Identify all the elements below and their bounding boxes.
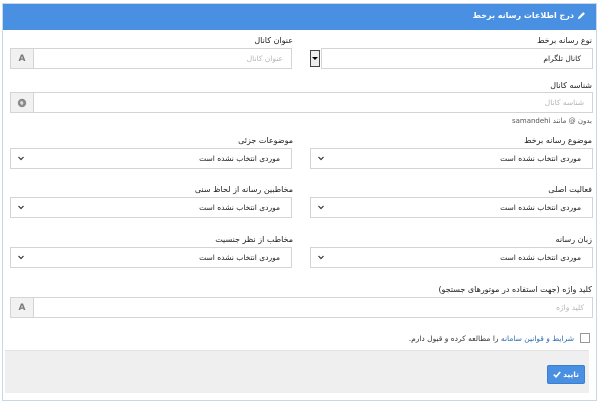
terms-link[interactable]: شرایط و قوانین سامانه [501, 334, 574, 343]
check-icon [553, 371, 561, 378]
text-icon: A [11, 298, 34, 317]
chevron-down-icon [318, 255, 324, 260]
text-icon: A [11, 49, 34, 68]
globe-icon [11, 93, 34, 112]
main-activity-select[interactable]: موردی انتخاب نشده است [310, 197, 593, 218]
pencil-icon [577, 12, 585, 20]
chevron-down-icon [18, 205, 24, 210]
language-select[interactable]: موردی انتخاب نشده است [310, 247, 593, 268]
keywords-label: کلید واژه (جهت استفاده در موتورهای جستجو… [438, 285, 592, 294]
topic-label: موضوع رسانه برخط [524, 136, 592, 145]
channel-id-hint: بدون @ مانند samandehi [511, 117, 592, 125]
media-type-field[interactable]: کانال تلگرام [321, 48, 593, 69]
main-activity-value: موردی انتخاب نشده است [500, 203, 581, 212]
age-audience-select[interactable]: موردی انتخاب نشده است [10, 197, 292, 218]
channel-id-input[interactable]: شناسه کانال [10, 92, 593, 113]
language-label: زبان رسانه [555, 235, 592, 244]
channel-id-placeholder: شناسه کانال [544, 98, 584, 107]
media-type-label: نوع رسانه برخط [537, 36, 592, 45]
channel-id-label: شناسه کانال [550, 81, 592, 90]
keywords-placeholder: کلید واژه [556, 303, 584, 312]
form-footer: تایید [5, 350, 589, 393]
subtopics-label: موضوعات جزئی [238, 136, 293, 145]
chevron-down-icon [18, 255, 24, 260]
terms-suffix: را مطالعه کرده و قبول دارم. [408, 334, 501, 343]
topic-select[interactable]: موردی انتخاب نشده است [310, 148, 593, 169]
gender-audience-label: مخاطب از نظر جنسیت [215, 235, 293, 244]
age-audience-label: مخاطبین رسانه از لحاظ سنی [194, 185, 293, 194]
chevron-down-icon [318, 205, 324, 210]
media-type-value: کانال تلگرام [543, 54, 581, 63]
language-value: موردی انتخاب نشده است [500, 253, 581, 262]
caret-down-icon [312, 57, 318, 60]
terms-text: شرایط و قوانین سامانه را مطالعه کرده و ق… [409, 334, 574, 343]
subtopics-value: موردی انتخاب نشده است [199, 154, 280, 163]
panel-header: درج اطلاعات رسانه برخط [3, 4, 596, 30]
submit-label: تایید [563, 370, 579, 379]
topic-value: موردی انتخاب نشده است [500, 154, 581, 163]
media-type-dropdown-button[interactable] [310, 50, 320, 67]
chevron-down-icon [318, 156, 324, 161]
channel-title-input[interactable]: عنوان کانال A [10, 48, 292, 69]
channel-title-label: عنوان کانال [254, 36, 293, 45]
chevron-down-icon [18, 156, 24, 161]
submit-button[interactable]: تایید [547, 365, 585, 384]
age-audience-value: موردی انتخاب نشده است [199, 203, 280, 212]
main-activity-label: فعالیت اصلی [548, 185, 592, 194]
panel-title: درج اطلاعات رسانه برخط [472, 11, 574, 20]
terms-checkbox[interactable] [580, 333, 590, 343]
keywords-input[interactable]: کلید واژه A [10, 297, 593, 318]
gender-audience-select[interactable]: موردی انتخاب نشده است [10, 247, 292, 268]
gender-audience-value: موردی انتخاب نشده است [199, 253, 280, 262]
channel-title-placeholder: عنوان کانال [246, 54, 283, 63]
subtopics-select[interactable]: موردی انتخاب نشده است [10, 148, 292, 169]
